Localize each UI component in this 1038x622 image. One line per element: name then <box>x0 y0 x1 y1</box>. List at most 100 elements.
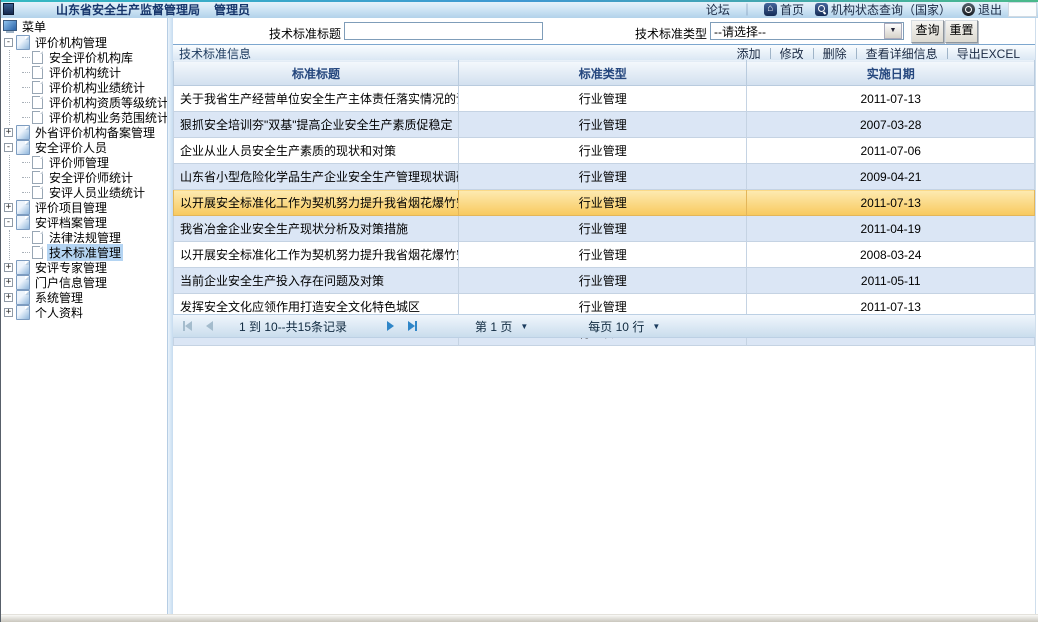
home-link[interactable]: ⌂ 首页 <box>764 1 804 18</box>
standard-type-select[interactable]: --请选择-- ▼ <box>710 22 904 40</box>
page-icon <box>32 66 43 79</box>
table-row[interactable]: 狠抓安全培训夯"双基"提高企业安全生产素质促稳定行业管理2007-03-28 <box>174 112 1035 138</box>
sidebar-leaf: 安全评价机构库 <box>10 50 167 65</box>
action-1[interactable]: 修改 <box>771 45 813 62</box>
sidebar-leaf: 评价机构统计 <box>10 65 167 80</box>
page-icon <box>32 186 43 199</box>
user-role: 管理员 <box>214 1 250 18</box>
tree-connector <box>22 162 30 163</box>
page-icon <box>32 51 43 64</box>
tree-children: 法律法规管理技术标准管理 <box>9 230 167 260</box>
top-header: 山东省安全生产监督管理局 管理员 论坛 ｜ ⌂ 首页 机构状态查询（国家） 退出 <box>1 0 1038 18</box>
page-icon <box>32 171 43 184</box>
cell-standard-title: 狠抓安全培训夯"双基"提高企业安全生产素质促稳定 <box>174 112 459 138</box>
logout-link[interactable]: 退出 <box>962 1 1002 18</box>
page-size-value: 每页 10 行 <box>588 318 644 335</box>
table-row[interactable]: 以开展安全标准化工作为契机努力提升我省烟花爆竹安全管理水平行业管理2011-07… <box>174 190 1035 216</box>
prev-page-button[interactable] <box>206 321 213 331</box>
table-row[interactable]: 当前企业安全生产投入存在问题及对策行业管理2011-05-11 <box>174 268 1035 294</box>
page-icon <box>32 246 43 259</box>
folder-icon <box>16 200 30 215</box>
tree-expand-toggle[interactable]: + <box>4 308 13 317</box>
folder-icon <box>16 260 30 275</box>
action-3[interactable]: 查看详细信息 <box>857 45 947 62</box>
tree-expand-toggle[interactable]: + <box>4 203 13 212</box>
org-status-query-link[interactable]: 机构状态查询（国家） <box>815 1 951 18</box>
tree-expand-toggle[interactable]: + <box>4 128 13 137</box>
table-row[interactable]: 山东省小型危险化学品生产企业安全生产管理现状调研报告行业管理2009-04-21 <box>174 164 1035 190</box>
tree-collapse-toggle[interactable]: - <box>4 218 13 227</box>
folder-icon <box>16 275 30 290</box>
cell-standard-type: 行业管理 <box>458 86 746 112</box>
cell-standard-title: 山东省小型危险化学品生产企业安全生产管理现状调研报告 <box>174 164 459 190</box>
sidebar-leaf: 评价师管理 <box>10 155 167 170</box>
cell-standard-type: 行业管理 <box>458 242 746 268</box>
header-links: 论坛 ｜ ⌂ 首页 机构状态查询（国家） 退出 <box>706 1 1038 18</box>
tree-connector <box>22 117 30 118</box>
sidebar-leaf: 技术标准管理 <box>10 245 167 260</box>
combo-dropdown-icon[interactable]: ▼ <box>884 23 902 39</box>
folder-icon <box>16 215 30 230</box>
page-icon <box>32 231 43 244</box>
column-header-type[interactable]: 标准类型 <box>458 61 746 86</box>
home-icon: ⌂ <box>764 3 777 16</box>
tree-expand-toggle[interactable]: + <box>4 293 13 302</box>
action-0[interactable]: 添加 <box>728 45 770 62</box>
table-row[interactable]: 关于我省生产经营单位安全生产主体责任落实情况的调研报告行业管理2011-07-1… <box>174 86 1035 112</box>
tree-collapse-toggle[interactable]: - <box>4 38 13 47</box>
cell-standard-title: 以开展安全标准化工作为契机努力提升我省烟花爆竹安全管理水平 <box>174 242 459 268</box>
cell-implement-date: 2009-04-21 <box>747 164 1035 190</box>
tree-collapse-toggle[interactable]: - <box>4 143 13 152</box>
action-2[interactable]: 删除 <box>814 45 856 62</box>
tree-connector <box>22 237 30 238</box>
standard-type-label: 技术标准类型 <box>633 25 707 42</box>
cell-standard-type: 行业管理 <box>458 268 746 294</box>
sidebar-item-label[interactable]: 个人资料 <box>33 304 85 321</box>
standard-type-selected-value: --请选择-- <box>711 23 883 40</box>
page-select[interactable]: 第 1 页 ▼ <box>475 318 528 335</box>
folder-icon <box>16 290 30 305</box>
page-icon <box>32 156 43 169</box>
sidebar-node: +安评专家管理 <box>1 260 167 275</box>
window-icon <box>3 3 14 15</box>
tree-container: -评价机构管理安全评价机构库评价机构统计评价机构业绩统计评价机构资质等级统计评价… <box>1 35 167 320</box>
standard-title-input[interactable] <box>344 22 543 40</box>
last-page-button[interactable] <box>408 321 417 331</box>
page-dropdown-icon: ▼ <box>520 322 528 331</box>
sidebar-node: +外省评价机构备案管理 <box>1 125 167 140</box>
column-header-date[interactable]: 实施日期 <box>747 61 1035 86</box>
sidebar-node: -安评档案管理 <box>1 215 167 230</box>
panel-actions: 添加修改删除查看详细信息导出EXCEL <box>728 45 1035 62</box>
tree-expand-toggle[interactable]: + <box>4 278 13 287</box>
tree-connector <box>22 252 30 253</box>
status-bar <box>1 614 1038 622</box>
query-button[interactable]: 查询 <box>911 20 944 43</box>
action-4[interactable]: 导出EXCEL <box>948 45 1029 62</box>
folder-icon <box>16 125 30 140</box>
tree-expand-toggle[interactable]: + <box>4 263 13 272</box>
link-separator: ｜ <box>741 1 753 18</box>
cell-implement-date: 2011-05-11 <box>747 268 1035 294</box>
sidebar-leaf: 评价机构业务范围统计 <box>10 110 167 125</box>
tree-connector <box>22 72 30 73</box>
column-header-title[interactable]: 标准标题 <box>174 61 459 86</box>
reset-button[interactable]: 重置 <box>945 20 978 43</box>
table-row[interactable]: 我省冶金企业安全生产现状分析及对策措施行业管理2011-04-19 <box>174 216 1035 242</box>
next-page-button[interactable] <box>387 321 394 331</box>
table-row[interactable]: 以开展安全标准化工作为契机努力提升我省烟花爆竹安全管理水平行业管理2008-03… <box>174 242 1035 268</box>
cell-standard-title: 当前企业安全生产投入存在问题及对策 <box>174 268 459 294</box>
cell-implement-date: 2011-07-13 <box>747 190 1035 216</box>
page-icon <box>32 111 43 124</box>
cell-standard-title: 关于我省生产经营单位安全生产主体责任落实情况的调研报告 <box>174 86 459 112</box>
logout-icon <box>962 3 975 16</box>
cell-implement-date: 2008-03-24 <box>747 242 1035 268</box>
first-page-button[interactable] <box>183 321 192 331</box>
main-content: 技术标准标题 技术标准类型 --请选择-- ▼ 查询 重置 技术标准信息 添加修… <box>173 18 1036 615</box>
cell-standard-title: 以开展安全标准化工作为契机努力提升我省烟花爆竹安全管理水平 <box>174 190 459 216</box>
page-size-select[interactable]: 每页 10 行 ▼ <box>588 318 660 335</box>
sidebar-node: +系统管理 <box>1 290 167 305</box>
forum-link[interactable]: 论坛 <box>706 1 730 18</box>
records-info: 1 到 10--共15条记录 <box>239 318 347 335</box>
table-row[interactable]: 企业从业人员安全生产素质的现状和对策行业管理2011-07-06 <box>174 138 1035 164</box>
tree-connector <box>22 57 30 58</box>
